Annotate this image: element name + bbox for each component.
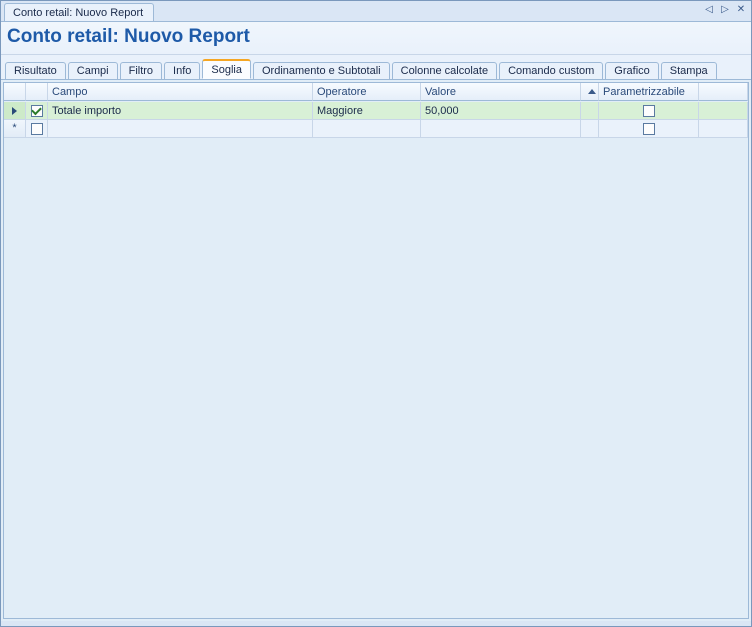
cell-spacer <box>581 102 599 120</box>
tab-label: Soglia <box>211 64 242 76</box>
row-checkbox[interactable] <box>31 105 43 117</box>
col-header-parametrizzabile[interactable]: Parametrizzabile <box>599 83 699 101</box>
tab-ordinamento[interactable]: Ordinamento e Subtotali <box>253 62 390 80</box>
table-new-row[interactable]: * <box>4 120 748 138</box>
cell-operatore[interactable]: Maggiore <box>313 102 421 120</box>
close-icon[interactable]: ✕ <box>735 3 747 15</box>
tab-label: Stampa <box>670 65 708 77</box>
tab-label: Info <box>173 65 191 77</box>
tab-comando[interactable]: Comando custom <box>499 62 603 80</box>
sort-asc-icon <box>588 89 596 94</box>
row-checkbox-cell[interactable] <box>26 102 48 120</box>
row-indicator: * <box>4 120 26 138</box>
col-header-operatore[interactable]: Operatore <box>313 83 421 101</box>
prev-icon[interactable]: ◁ <box>703 3 715 15</box>
tab-label: Filtro <box>129 65 153 77</box>
row-indicator <box>4 102 26 120</box>
table-row[interactable]: Totale importo Maggiore 50,000 <box>4 102 748 120</box>
tab-label: Comando custom <box>508 65 594 77</box>
col-header-valore[interactable]: Valore <box>421 83 581 101</box>
page-title: Conto retail: Nuovo Report <box>7 26 745 48</box>
next-icon[interactable]: ▷ <box>719 3 731 15</box>
tab-label: Grafico <box>614 65 649 77</box>
window-tab-label: Conto retail: Nuovo Report <box>13 7 143 19</box>
window-tab[interactable]: Conto retail: Nuovo Report <box>4 3 154 21</box>
row-checkbox[interactable] <box>31 123 43 135</box>
checkbox-header <box>26 83 48 101</box>
window-controls: ◁ ▷ ✕ <box>703 3 747 15</box>
col-header-filler <box>699 83 748 101</box>
new-row-icon: * <box>12 123 16 134</box>
cell-campo[interactable] <box>48 120 313 138</box>
sort-indicator[interactable] <box>581 83 599 101</box>
cell-parametrizzabile[interactable] <box>599 120 699 138</box>
tab-label: Risultato <box>14 65 57 77</box>
tabstrip: Risultato Campi Filtro Info Soglia Ordin… <box>1 55 751 80</box>
col-header-campo[interactable]: Campo <box>48 83 313 101</box>
tab-risultato[interactable]: Risultato <box>5 62 66 80</box>
threshold-grid: Campo Operatore Valore Parametrizzabile … <box>3 82 749 619</box>
tab-label: Colonne calcolate <box>401 65 488 77</box>
cell-filler <box>699 102 748 120</box>
cell-operatore[interactable] <box>313 120 421 138</box>
tab-grafico[interactable]: Grafico <box>605 62 658 80</box>
tab-label: Campi <box>77 65 109 77</box>
window-tabbar: Conto retail: Nuovo Report ◁ ▷ ✕ <box>1 1 751 22</box>
cell-valore[interactable]: 50,000 <box>421 102 581 120</box>
tab-filtro[interactable]: Filtro <box>120 62 162 80</box>
tab-info[interactable]: Info <box>164 62 200 80</box>
param-checkbox[interactable] <box>643 105 655 117</box>
tab-colonne[interactable]: Colonne calcolate <box>392 62 497 80</box>
cell-filler <box>699 120 748 138</box>
tab-soglia[interactable]: Soglia <box>202 59 251 79</box>
grid-header: Campo Operatore Valore Parametrizzabile <box>4 83 748 101</box>
tab-label: Ordinamento e Subtotali <box>262 65 381 77</box>
cell-spacer <box>581 120 599 138</box>
tab-stampa[interactable]: Stampa <box>661 62 717 80</box>
row-indicator-header <box>4 83 26 101</box>
current-row-icon <box>12 107 17 115</box>
cell-campo[interactable]: Totale importo <box>48 102 313 120</box>
param-checkbox[interactable] <box>643 123 655 135</box>
cell-valore[interactable] <box>421 120 581 138</box>
cell-parametrizzabile[interactable] <box>599 102 699 120</box>
row-checkbox-cell[interactable] <box>26 120 48 138</box>
grid-area: Campo Operatore Valore Parametrizzabile … <box>1 80 751 621</box>
tab-campi[interactable]: Campi <box>68 62 118 80</box>
grid-body: Totale importo Maggiore 50,000 * <box>4 102 748 618</box>
page-header: Conto retail: Nuovo Report <box>1 22 751 55</box>
